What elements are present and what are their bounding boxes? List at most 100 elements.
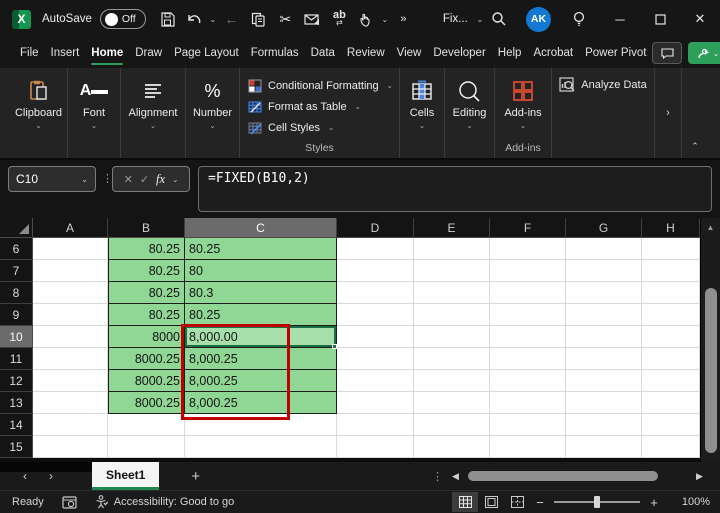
- more-commands-icon[interactable]: »: [390, 6, 417, 33]
- font-button[interactable]: A Font ⌄: [80, 68, 109, 158]
- zoom-in-button[interactable]: +: [644, 495, 664, 510]
- vertical-scrollbar[interactable]: ▲: [700, 218, 720, 462]
- column-header-A[interactable]: A: [33, 218, 108, 238]
- column-header-H[interactable]: H: [642, 218, 700, 238]
- row-header-15[interactable]: 15: [0, 436, 33, 458]
- cell-F15[interactable]: [490, 436, 566, 458]
- cell-F8[interactable]: [490, 282, 566, 304]
- cell-H14[interactable]: [642, 414, 700, 436]
- cell-E9[interactable]: [414, 304, 490, 326]
- row-header-9[interactable]: 9: [0, 304, 33, 326]
- save-icon[interactable]: [154, 6, 181, 33]
- horizontal-scrollbar-thumb[interactable]: [468, 471, 658, 481]
- cell-A13[interactable]: [33, 392, 108, 414]
- tab-insert[interactable]: Insert: [45, 38, 86, 68]
- cell-F9[interactable]: [490, 304, 566, 326]
- cell-B15[interactable]: [108, 436, 185, 458]
- macro-record-icon[interactable]: [62, 496, 77, 509]
- cell-H11[interactable]: [642, 348, 700, 370]
- name-box[interactable]: C10 ⌄: [8, 166, 96, 192]
- cell-E8[interactable]: [414, 282, 490, 304]
- zoom-out-button[interactable]: −: [530, 495, 550, 510]
- tab-view[interactable]: View: [391, 38, 428, 68]
- column-header-E[interactable]: E: [414, 218, 490, 238]
- cell-G9[interactable]: [566, 304, 642, 326]
- cell-H10[interactable]: [642, 326, 700, 348]
- cell-G11[interactable]: [566, 348, 642, 370]
- cell-F13[interactable]: [490, 392, 566, 414]
- formula-controls-chevron-icon[interactable]: ⌄: [172, 175, 178, 184]
- tab-help[interactable]: Help: [492, 38, 528, 68]
- cell-B13[interactable]: 8000.25: [108, 392, 185, 414]
- row-header-12[interactable]: 12: [0, 370, 33, 392]
- column-header-B[interactable]: B: [108, 218, 185, 238]
- cell-B8[interactable]: 80.25: [108, 282, 185, 304]
- formula-input[interactable]: =FIXED(B10,2): [198, 166, 712, 212]
- tab-review[interactable]: Review: [341, 38, 391, 68]
- cell-C6[interactable]: 80.25: [185, 238, 337, 260]
- cell-B12[interactable]: 8000.25: [108, 370, 185, 392]
- scroll-left-icon[interactable]: ◀: [452, 471, 459, 482]
- tab-power-pivot[interactable]: Power Pivot: [579, 38, 652, 68]
- zoom-slider-thumb[interactable]: [594, 496, 600, 508]
- column-header-C[interactable]: C: [185, 218, 337, 238]
- addins-button[interactable]: Add-ins ⌄: [504, 68, 541, 142]
- tab-home[interactable]: Home: [85, 38, 129, 68]
- select-all-corner[interactable]: [0, 218, 33, 238]
- autosave-toggle[interactable]: Off: [100, 9, 146, 29]
- cell-F6[interactable]: [490, 238, 566, 260]
- cell-A10[interactable]: [33, 326, 108, 348]
- cell-D11[interactable]: [337, 348, 414, 370]
- clipboard-button[interactable]: Clipboard ⌄: [15, 68, 62, 158]
- cell-A8[interactable]: [33, 282, 108, 304]
- tab-data[interactable]: Data: [305, 38, 341, 68]
- cell-A6[interactable]: [33, 238, 108, 260]
- cell-E13[interactable]: [414, 392, 490, 414]
- row-header-11[interactable]: 11: [0, 348, 33, 370]
- accessibility-icon[interactable]: [95, 495, 108, 509]
- document-title[interactable]: Fix... ⌄: [443, 13, 485, 25]
- cell-F11[interactable]: [490, 348, 566, 370]
- editing-button[interactable]: Editing ⌄: [453, 68, 487, 158]
- share-button[interactable]: ⌄: [688, 42, 720, 64]
- cell-B9[interactable]: 80.25: [108, 304, 185, 326]
- cell-C13[interactable]: 8,000.25: [185, 392, 337, 414]
- cell-G6[interactable]: [566, 238, 642, 260]
- column-header-F[interactable]: F: [490, 218, 566, 238]
- cell-C7[interactable]: 80: [185, 260, 337, 282]
- cell-D8[interactable]: [337, 282, 414, 304]
- scroll-up-icon[interactable]: ▲: [701, 218, 720, 236]
- cell-G15[interactable]: [566, 436, 642, 458]
- cell-C14[interactable]: [185, 414, 337, 436]
- cell-H9[interactable]: [642, 304, 700, 326]
- cell-B10[interactable]: 8000: [108, 326, 185, 348]
- cell-E10[interactable]: [414, 326, 490, 348]
- search-icon[interactable]: [485, 6, 512, 33]
- comments-button[interactable]: [652, 42, 682, 64]
- cell-D12[interactable]: [337, 370, 414, 392]
- collapse-ribbon-icon[interactable]: ⌃: [682, 68, 708, 158]
- name-box-dropdown-icon[interactable]: ⌄: [81, 175, 88, 184]
- cell-H6[interactable]: [642, 238, 700, 260]
- zoom-slider[interactable]: [554, 501, 640, 503]
- cell-H8[interactable]: [642, 282, 700, 304]
- cell-G13[interactable]: [566, 392, 642, 414]
- column-header-G[interactable]: G: [566, 218, 642, 238]
- cell-D6[interactable]: [337, 238, 414, 260]
- row-header-10[interactable]: 10: [0, 326, 33, 348]
- translate-icon[interactable]: ab⇄: [326, 6, 353, 33]
- cell-F12[interactable]: [490, 370, 566, 392]
- page-layout-view-button[interactable]: [478, 492, 504, 512]
- cell-E11[interactable]: [414, 348, 490, 370]
- cell-D14[interactable]: [337, 414, 414, 436]
- tab-formulas[interactable]: Formulas: [245, 38, 305, 68]
- cell-F14[interactable]: [490, 414, 566, 436]
- avatar[interactable]: AK: [526, 7, 551, 32]
- cell-B7[interactable]: 80.25: [108, 260, 185, 282]
- cell-E14[interactable]: [414, 414, 490, 436]
- alignment-button[interactable]: Alignment ⌄: [129, 68, 178, 158]
- insert-function-icon[interactable]: fx: [156, 172, 165, 187]
- document-title-dropdown-icon[interactable]: ⌄: [475, 15, 485, 24]
- cell-C8[interactable]: 80.3: [185, 282, 337, 304]
- cell-F10[interactable]: [490, 326, 566, 348]
